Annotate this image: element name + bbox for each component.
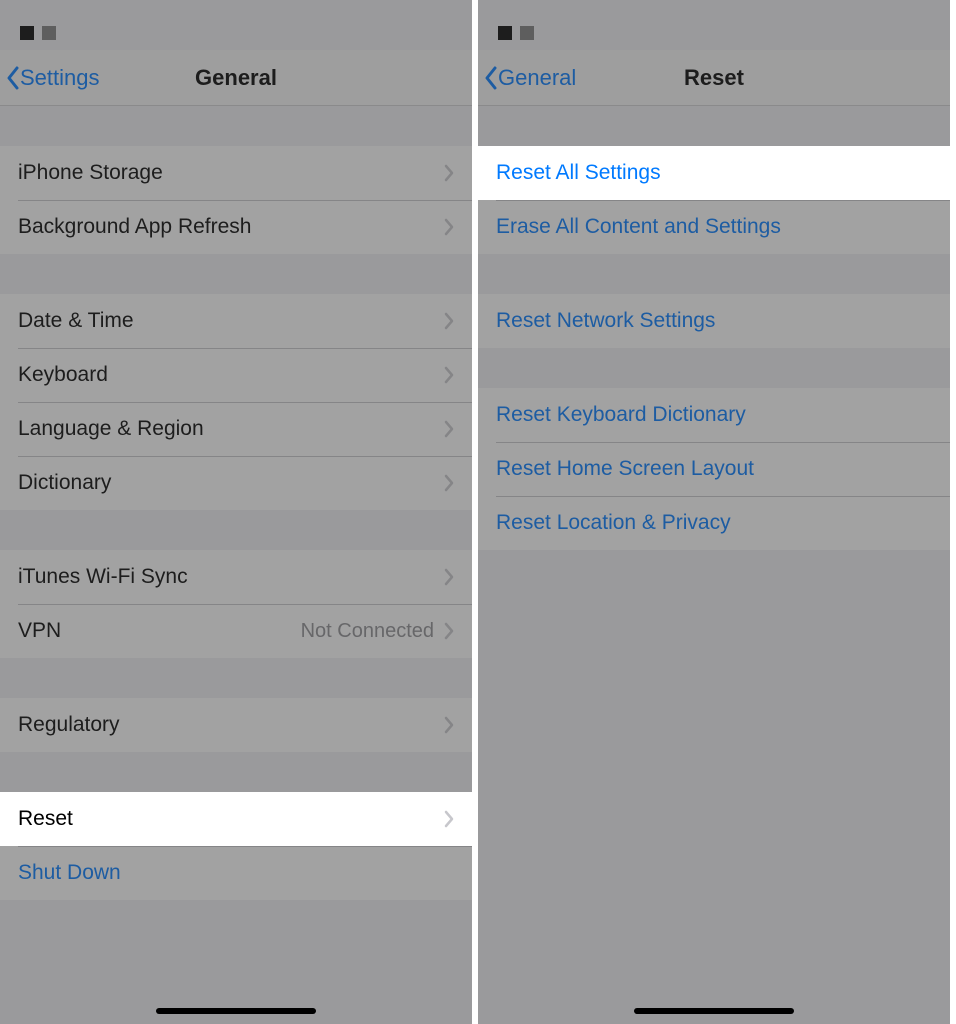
chevron-left-icon (6, 66, 20, 90)
settings-group: Reset Shut Down (0, 792, 472, 900)
row-label: iTunes Wi-Fi Sync (18, 565, 444, 589)
row-label: Reset Home Screen Layout (496, 457, 932, 481)
settings-row[interactable]: Language & Region (0, 402, 472, 456)
chevron-right-icon (444, 622, 454, 640)
nav-bar: General Reset (478, 50, 950, 106)
row-label: Shut Down (18, 861, 454, 885)
section-gap (0, 254, 472, 294)
settings-group: iTunes Wi-Fi Sync VPNNot Connected (0, 550, 472, 658)
settings-row[interactable]: VPNNot Connected (0, 604, 472, 658)
row-label: Regulatory (18, 713, 444, 737)
section-gap (478, 348, 950, 388)
row-label: Background App Refresh (18, 215, 444, 239)
row-label: Reset Network Settings (496, 309, 932, 333)
chevron-right-icon (444, 810, 454, 828)
home-indicator[interactable] (634, 1008, 794, 1014)
row-label: Date & Time (18, 309, 444, 333)
content-area: Reset All Settings Erase All Content and … (478, 106, 950, 1024)
status-indicator-icon (20, 26, 34, 40)
settings-row[interactable]: iPhone Storage (0, 146, 472, 200)
back-label: Settings (20, 65, 100, 91)
row-label: VPN (18, 619, 301, 643)
settings-group: Regulatory (0, 698, 472, 752)
settings-row[interactable]: Dictionary (0, 456, 472, 510)
chevron-right-icon (444, 474, 454, 492)
settings-group: Reset Network Settings (478, 294, 950, 348)
status-indicator-icon (42, 26, 56, 40)
chevron-right-icon (444, 568, 454, 586)
settings-group: Reset Keyboard Dictionary Reset Home Scre… (478, 388, 950, 550)
row-label: Dictionary (18, 471, 444, 495)
settings-row[interactable]: Date & Time (0, 294, 472, 348)
settings-group: Reset All Settings Erase All Content and … (478, 146, 950, 254)
phone-right: General Reset Reset All Settings Erase Al… (478, 0, 956, 1024)
chevron-right-icon (444, 164, 454, 182)
phone-left: Settings General iPhone Storage Backgroun… (0, 0, 478, 1024)
chevron-right-icon (444, 716, 454, 734)
settings-row[interactable]: Reset All Settings (478, 146, 950, 200)
status-indicator-icon (498, 26, 512, 40)
section-gap (0, 106, 472, 146)
home-indicator[interactable] (156, 1008, 316, 1014)
chevron-right-icon (444, 366, 454, 384)
row-label: Language & Region (18, 417, 444, 441)
settings-row[interactable]: Reset Keyboard Dictionary (478, 388, 950, 442)
settings-group: Date & Time Keyboard Language & Region Dict… (0, 294, 472, 510)
section-gap (0, 510, 472, 550)
settings-row[interactable]: Shut Down (0, 846, 472, 900)
chevron-right-icon (444, 218, 454, 236)
chevron-right-icon (444, 420, 454, 438)
back-label: General (498, 65, 576, 91)
settings-row[interactable]: Reset Network Settings (478, 294, 950, 348)
back-button[interactable]: General (478, 65, 576, 91)
section-gap (478, 106, 950, 146)
section-gap (0, 658, 472, 698)
settings-row[interactable]: Erase All Content and Settings (478, 200, 950, 254)
settings-row[interactable]: iTunes Wi-Fi Sync (0, 550, 472, 604)
row-label: Reset Location & Privacy (496, 511, 932, 535)
status-bar (0, 0, 472, 50)
section-gap (478, 254, 950, 294)
row-label: Reset Keyboard Dictionary (496, 403, 932, 427)
status-bar (478, 0, 950, 50)
settings-row[interactable]: Reset Location & Privacy (478, 496, 950, 550)
settings-row[interactable]: Keyboard (0, 348, 472, 402)
content-area: iPhone Storage Background App Refresh Date… (0, 106, 472, 1024)
settings-group: iPhone Storage Background App Refresh (0, 146, 472, 254)
section-gap (0, 752, 472, 792)
chevron-right-icon (444, 312, 454, 330)
settings-row[interactable]: Regulatory (0, 698, 472, 752)
back-button[interactable]: Settings (0, 65, 100, 91)
status-indicator-icon (520, 26, 534, 40)
row-label: Erase All Content and Settings (496, 215, 932, 239)
settings-row[interactable]: Reset (0, 792, 472, 846)
settings-row[interactable]: Reset Home Screen Layout (478, 442, 950, 496)
nav-bar: Settings General (0, 50, 472, 106)
row-label: Keyboard (18, 363, 444, 387)
settings-row[interactable]: Background App Refresh (0, 200, 472, 254)
row-label: iPhone Storage (18, 161, 444, 185)
row-label: Reset All Settings (496, 161, 932, 185)
row-label: Reset (18, 807, 444, 831)
row-value: Not Connected (301, 620, 434, 643)
chevron-left-icon (484, 66, 498, 90)
